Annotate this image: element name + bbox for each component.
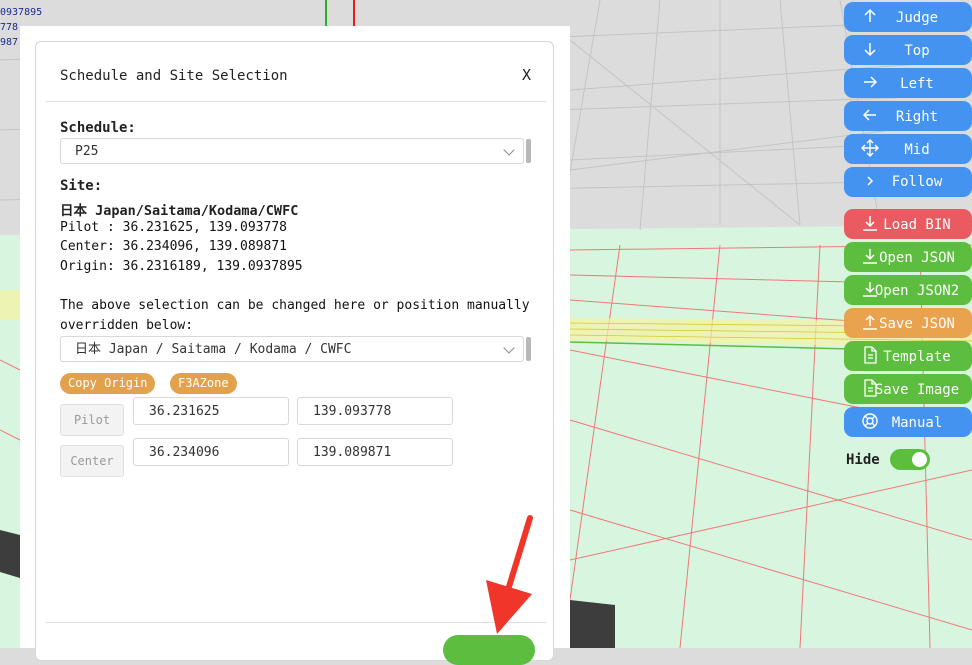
center-lon-input[interactable]: 139.089871: [297, 438, 453, 466]
button-label: Follow: [891, 174, 943, 190]
button-label: Open JSON: [879, 250, 955, 266]
save-image-button[interactable]: Save Image: [844, 374, 972, 404]
divider: [46, 622, 546, 623]
f3azone-button[interactable]: F3AZone: [170, 373, 237, 394]
button-label: Save Image: [874, 382, 960, 398]
follow-view-button[interactable]: Follow: [844, 167, 972, 197]
copy-origin-button[interactable]: Copy Origin: [60, 373, 156, 394]
open-json2-button[interactable]: Open JSON2: [844, 275, 972, 305]
button-label: Save JSON: [879, 316, 955, 332]
template-button[interactable]: Template: [844, 341, 972, 371]
close-button[interactable]: X: [522, 66, 531, 84]
scrollbar[interactable]: [526, 337, 531, 361]
site-select[interactable]: 日本 Japan / Saitama / Kodama / CWFC: [60, 336, 524, 362]
pilot-lat-input[interactable]: 36.231625: [133, 397, 289, 425]
override-note: The above selection can be changed here …: [60, 298, 530, 313]
pilot-coordinates: Pilot : 36.231625, 139.093778: [60, 220, 287, 235]
load-bin-button[interactable]: Load BIN: [844, 209, 972, 239]
center-button[interactable]: Center: [60, 445, 124, 477]
judge-view-button[interactable]: Judge: [844, 2, 972, 32]
center-lat-input[interactable]: 36.234096: [133, 438, 289, 466]
site-name: 日本 Japan/Saitama/Kodama/CWFC: [60, 203, 299, 219]
toggle-knob: [912, 452, 927, 467]
button-label: Left: [900, 76, 934, 92]
hide-label: Hide: [846, 452, 880, 468]
button-label: Mid: [904, 142, 930, 158]
site-label: Site:: [60, 178, 103, 194]
center-coordinates: Center: 36.234096, 139.089871: [60, 239, 287, 254]
button-label: Right: [895, 109, 939, 125]
submit-button[interactable]: [443, 635, 535, 665]
override-note-cont: overridden below:: [60, 318, 194, 333]
button-label: Judge: [895, 10, 939, 26]
schedule-label: Schedule:: [60, 120, 136, 136]
right-view-button[interactable]: Right: [844, 101, 972, 131]
left-view-button[interactable]: Left: [844, 68, 972, 98]
modal-title: Schedule and Site Selection: [60, 68, 288, 84]
pilot-button[interactable]: Pilot: [60, 404, 124, 436]
divider: [46, 101, 546, 102]
top-view-button[interactable]: Top: [844, 35, 972, 65]
manual-button[interactable]: Manual: [844, 407, 972, 437]
open-json-button[interactable]: Open JSON: [844, 242, 972, 272]
save-json-button[interactable]: Save JSON: [844, 308, 972, 338]
schedule-select-value: P25: [75, 144, 99, 159]
hide-toggle[interactable]: [890, 449, 930, 470]
button-label: Manual: [891, 415, 943, 431]
origin-coordinates: Origin: 36.2316189, 139.0937895: [60, 259, 303, 274]
schedule-select[interactable]: P25: [60, 138, 524, 164]
mid-view-button[interactable]: Mid: [844, 134, 972, 164]
scrollbar[interactable]: [526, 139, 531, 163]
coord-line: 0937895: [0, 7, 43, 18]
schedule-site-modal: Schedule and Site Selection X Schedule: …: [35, 41, 554, 665]
button-label: Open JSON2: [874, 283, 960, 299]
button-label: Template: [883, 349, 951, 365]
pilot-lon-input[interactable]: 139.093778: [297, 397, 453, 425]
chevron-down-icon: [503, 144, 515, 156]
chevron-down-icon: [503, 342, 515, 354]
button-label: Top: [904, 43, 930, 59]
button-label: Load BIN: [883, 217, 951, 233]
site-select-value: 日本 Japan / Saitama / Kodama / CWFC: [75, 342, 352, 357]
